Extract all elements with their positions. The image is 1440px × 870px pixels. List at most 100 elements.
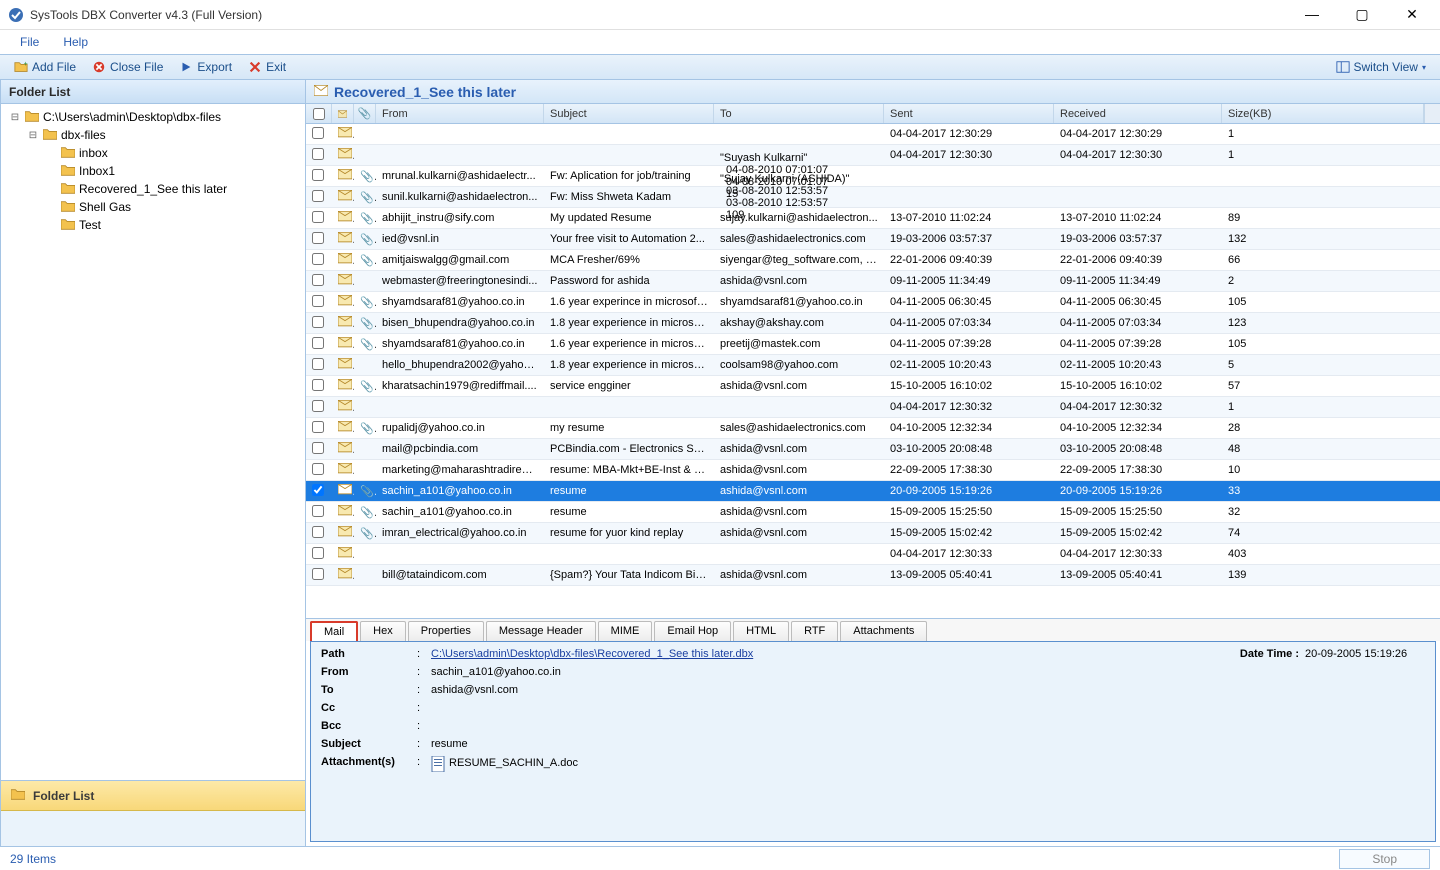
- tree-item[interactable]: Recovered_1_See this later: [1, 180, 305, 198]
- table-row[interactable]: 📎rupalidj@yahoo.co.inmy resumesales@ashi…: [306, 418, 1440, 439]
- row-checkbox[interactable]: [312, 568, 324, 580]
- exit-button[interactable]: Exit: [240, 58, 294, 76]
- table-row[interactable]: 📎shyamdsaraf81@yahoo.co.in1.6 year exper…: [306, 292, 1440, 313]
- table-row[interactable]: bill@tataindicom.com{Spam?} Your Tata In…: [306, 565, 1440, 586]
- cell-sent: 04-04-2017 12:30:32: [884, 401, 1054, 413]
- maximize-button[interactable]: ▢: [1346, 6, 1378, 23]
- title-bar: SysTools DBX Converter v4.3 (Full Versio…: [0, 0, 1440, 30]
- column-size[interactable]: Size(KB): [1222, 104, 1424, 123]
- cell-received: 04-04-2017 12:30:32: [1054, 401, 1222, 413]
- cell-size: 1: [1222, 128, 1440, 140]
- tree-item[interactable]: ⊟ C:\Users\admin\Desktop\dbx-files: [1, 108, 305, 126]
- row-checkbox[interactable]: [312, 505, 324, 517]
- table-row[interactable]: 📎ied@vsnl.inYour free visit to Automatio…: [306, 229, 1440, 250]
- row-checkbox[interactable]: [312, 379, 324, 391]
- row-checkbox[interactable]: [312, 400, 324, 412]
- path-value[interactable]: C:\Users\admin\Desktop\dbx-files\Recover…: [431, 648, 753, 660]
- table-row[interactable]: 04-04-2017 12:30:3304-04-2017 12:30:3340…: [306, 544, 1440, 565]
- row-checkbox[interactable]: [312, 127, 324, 139]
- table-row[interactable]: mail@pcbindia.comPCBindia.com - Electron…: [306, 439, 1440, 460]
- table-row[interactable]: webmaster@freeringtonesindi...Password f…: [306, 271, 1440, 292]
- row-checkbox[interactable]: [312, 442, 324, 454]
- grid-body[interactable]: 04-04-2017 12:30:2904-04-2017 12:30:291 0…: [306, 124, 1440, 618]
- table-row[interactable]: 04-04-2017 12:30:2904-04-2017 12:30:291: [306, 124, 1440, 145]
- cell-size: 132: [1222, 233, 1440, 245]
- table-row[interactable]: 📎sachin_a101@yahoo.co.inresumeashida@vsn…: [306, 481, 1440, 502]
- row-checkbox[interactable]: [312, 526, 324, 538]
- row-checkbox[interactable]: [312, 421, 324, 433]
- cell-sent: 04-11-2005 07:03:34: [884, 317, 1054, 329]
- cell-size: 57: [1222, 380, 1440, 392]
- folder-tree[interactable]: ⊟ C:\Users\admin\Desktop\dbx-files ⊟dbx-fi…: [1, 104, 305, 780]
- table-row[interactable]: 04-04-2017 12:30:3204-04-2017 12:30:321: [306, 397, 1440, 418]
- tab-message-header[interactable]: Message Header: [486, 621, 596, 641]
- switch-view-button[interactable]: Switch View ▾: [1328, 58, 1435, 76]
- row-checkbox[interactable]: [312, 274, 324, 286]
- column-attachment[interactable]: 📎: [354, 104, 376, 123]
- menu-help[interactable]: Help: [51, 33, 100, 51]
- column-to[interactable]: To: [714, 104, 884, 123]
- table-row[interactable]: 📎shyamdsaraf81@yahoo.co.in1.6 year exper…: [306, 334, 1440, 355]
- column-from[interactable]: From: [376, 104, 544, 123]
- row-checkbox[interactable]: [312, 295, 324, 307]
- row-checkbox[interactable]: [312, 316, 324, 328]
- table-row[interactable]: 📎sunil.kulkarni@ashidaelectron...Fw: Mis…: [306, 187, 1440, 208]
- column-checkbox[interactable]: [306, 104, 332, 123]
- cell-subject: resume: [544, 485, 714, 497]
- tab-html[interactable]: HTML: [733, 621, 789, 641]
- tab-hex[interactable]: Hex: [360, 621, 406, 641]
- row-checkbox[interactable]: [312, 232, 324, 244]
- cell-sent: 04-11-2005 06:30:45: [884, 296, 1054, 308]
- row-checkbox[interactable]: [312, 358, 324, 370]
- tree-item[interactable]: Test: [1, 216, 305, 234]
- add-file-button[interactable]: + Add File: [6, 58, 84, 76]
- minimize-button[interactable]: —: [1296, 6, 1328, 23]
- cell-subject: resume: MBA-Mkt+BE-Inst & C...: [544, 464, 714, 476]
- close-button[interactable]: ✕: [1396, 6, 1428, 23]
- table-row[interactable]: 📎kharatsachin1979@rediffmail....service …: [306, 376, 1440, 397]
- tab-attachments[interactable]: Attachments: [840, 621, 927, 641]
- stop-button[interactable]: Stop: [1339, 849, 1430, 869]
- tab-rtf[interactable]: RTF: [791, 621, 838, 641]
- tab-properties[interactable]: Properties: [408, 621, 484, 641]
- layout-icon: [1336, 60, 1350, 74]
- table-row[interactable]: hello_bhupendra2002@yahoo....1.8 year ex…: [306, 355, 1440, 376]
- row-checkbox[interactable]: [312, 463, 324, 475]
- row-checkbox[interactable]: [312, 547, 324, 559]
- column-subject[interactable]: Subject: [544, 104, 714, 123]
- row-checkbox[interactable]: [312, 169, 324, 181]
- tree-item[interactable]: Shell Gas: [1, 198, 305, 216]
- tree-item[interactable]: inbox: [1, 144, 305, 162]
- tab-email-hop[interactable]: Email Hop: [654, 621, 731, 641]
- folder-list-tab[interactable]: Folder List: [1, 781, 305, 811]
- grid-header: 📎 From Subject To Sent Received Size(KB): [306, 104, 1440, 124]
- column-sent[interactable]: Sent: [884, 104, 1054, 123]
- column-received[interactable]: Received: [1054, 104, 1222, 123]
- attachment-value[interactable]: RESUME_SACHIN_A.doc: [449, 757, 578, 769]
- tab-mime[interactable]: MIME: [598, 621, 653, 641]
- table-row[interactable]: marketing@maharashtradirect...resume: MB…: [306, 460, 1440, 481]
- table-row[interactable]: 📎amitjaiswalgg@gmail.comMCA Fresher/69%s…: [306, 250, 1440, 271]
- row-checkbox[interactable]: [312, 337, 324, 349]
- tree-item[interactable]: Inbox1: [1, 162, 305, 180]
- cell-from: shyamdsaraf81@yahoo.co.in: [376, 338, 544, 350]
- row-checkbox[interactable]: [312, 484, 324, 496]
- tab-mail[interactable]: Mail: [310, 621, 358, 641]
- toggle-icon[interactable]: ⊟: [9, 112, 21, 123]
- tree-item[interactable]: ⊟dbx-files: [1, 126, 305, 144]
- column-icon[interactable]: [332, 104, 354, 123]
- tree-item-label: C:\Users\admin\Desktop\dbx-files: [43, 110, 221, 124]
- close-file-button[interactable]: Close File: [84, 58, 171, 76]
- row-checkbox[interactable]: [312, 190, 324, 202]
- export-button[interactable]: Export: [171, 58, 240, 76]
- play-icon: [179, 60, 193, 74]
- table-row[interactable]: 📎bisen_bhupendra@yahoo.co.in1.8 year exp…: [306, 313, 1440, 334]
- toggle-icon[interactable]: ⊟: [27, 130, 39, 141]
- table-row[interactable]: 📎sachin_a101@yahoo.co.inresumeashida@vsn…: [306, 502, 1440, 523]
- row-checkbox[interactable]: [312, 253, 324, 265]
- menu-file[interactable]: File: [8, 33, 51, 51]
- table-row[interactable]: 📎abhijit_instru@sify.comMy updated Resum…: [306, 208, 1440, 229]
- table-row[interactable]: 📎imran_electrical@yahoo.co.inresume for …: [306, 523, 1440, 544]
- row-checkbox[interactable]: [312, 211, 324, 223]
- row-checkbox[interactable]: [312, 148, 324, 160]
